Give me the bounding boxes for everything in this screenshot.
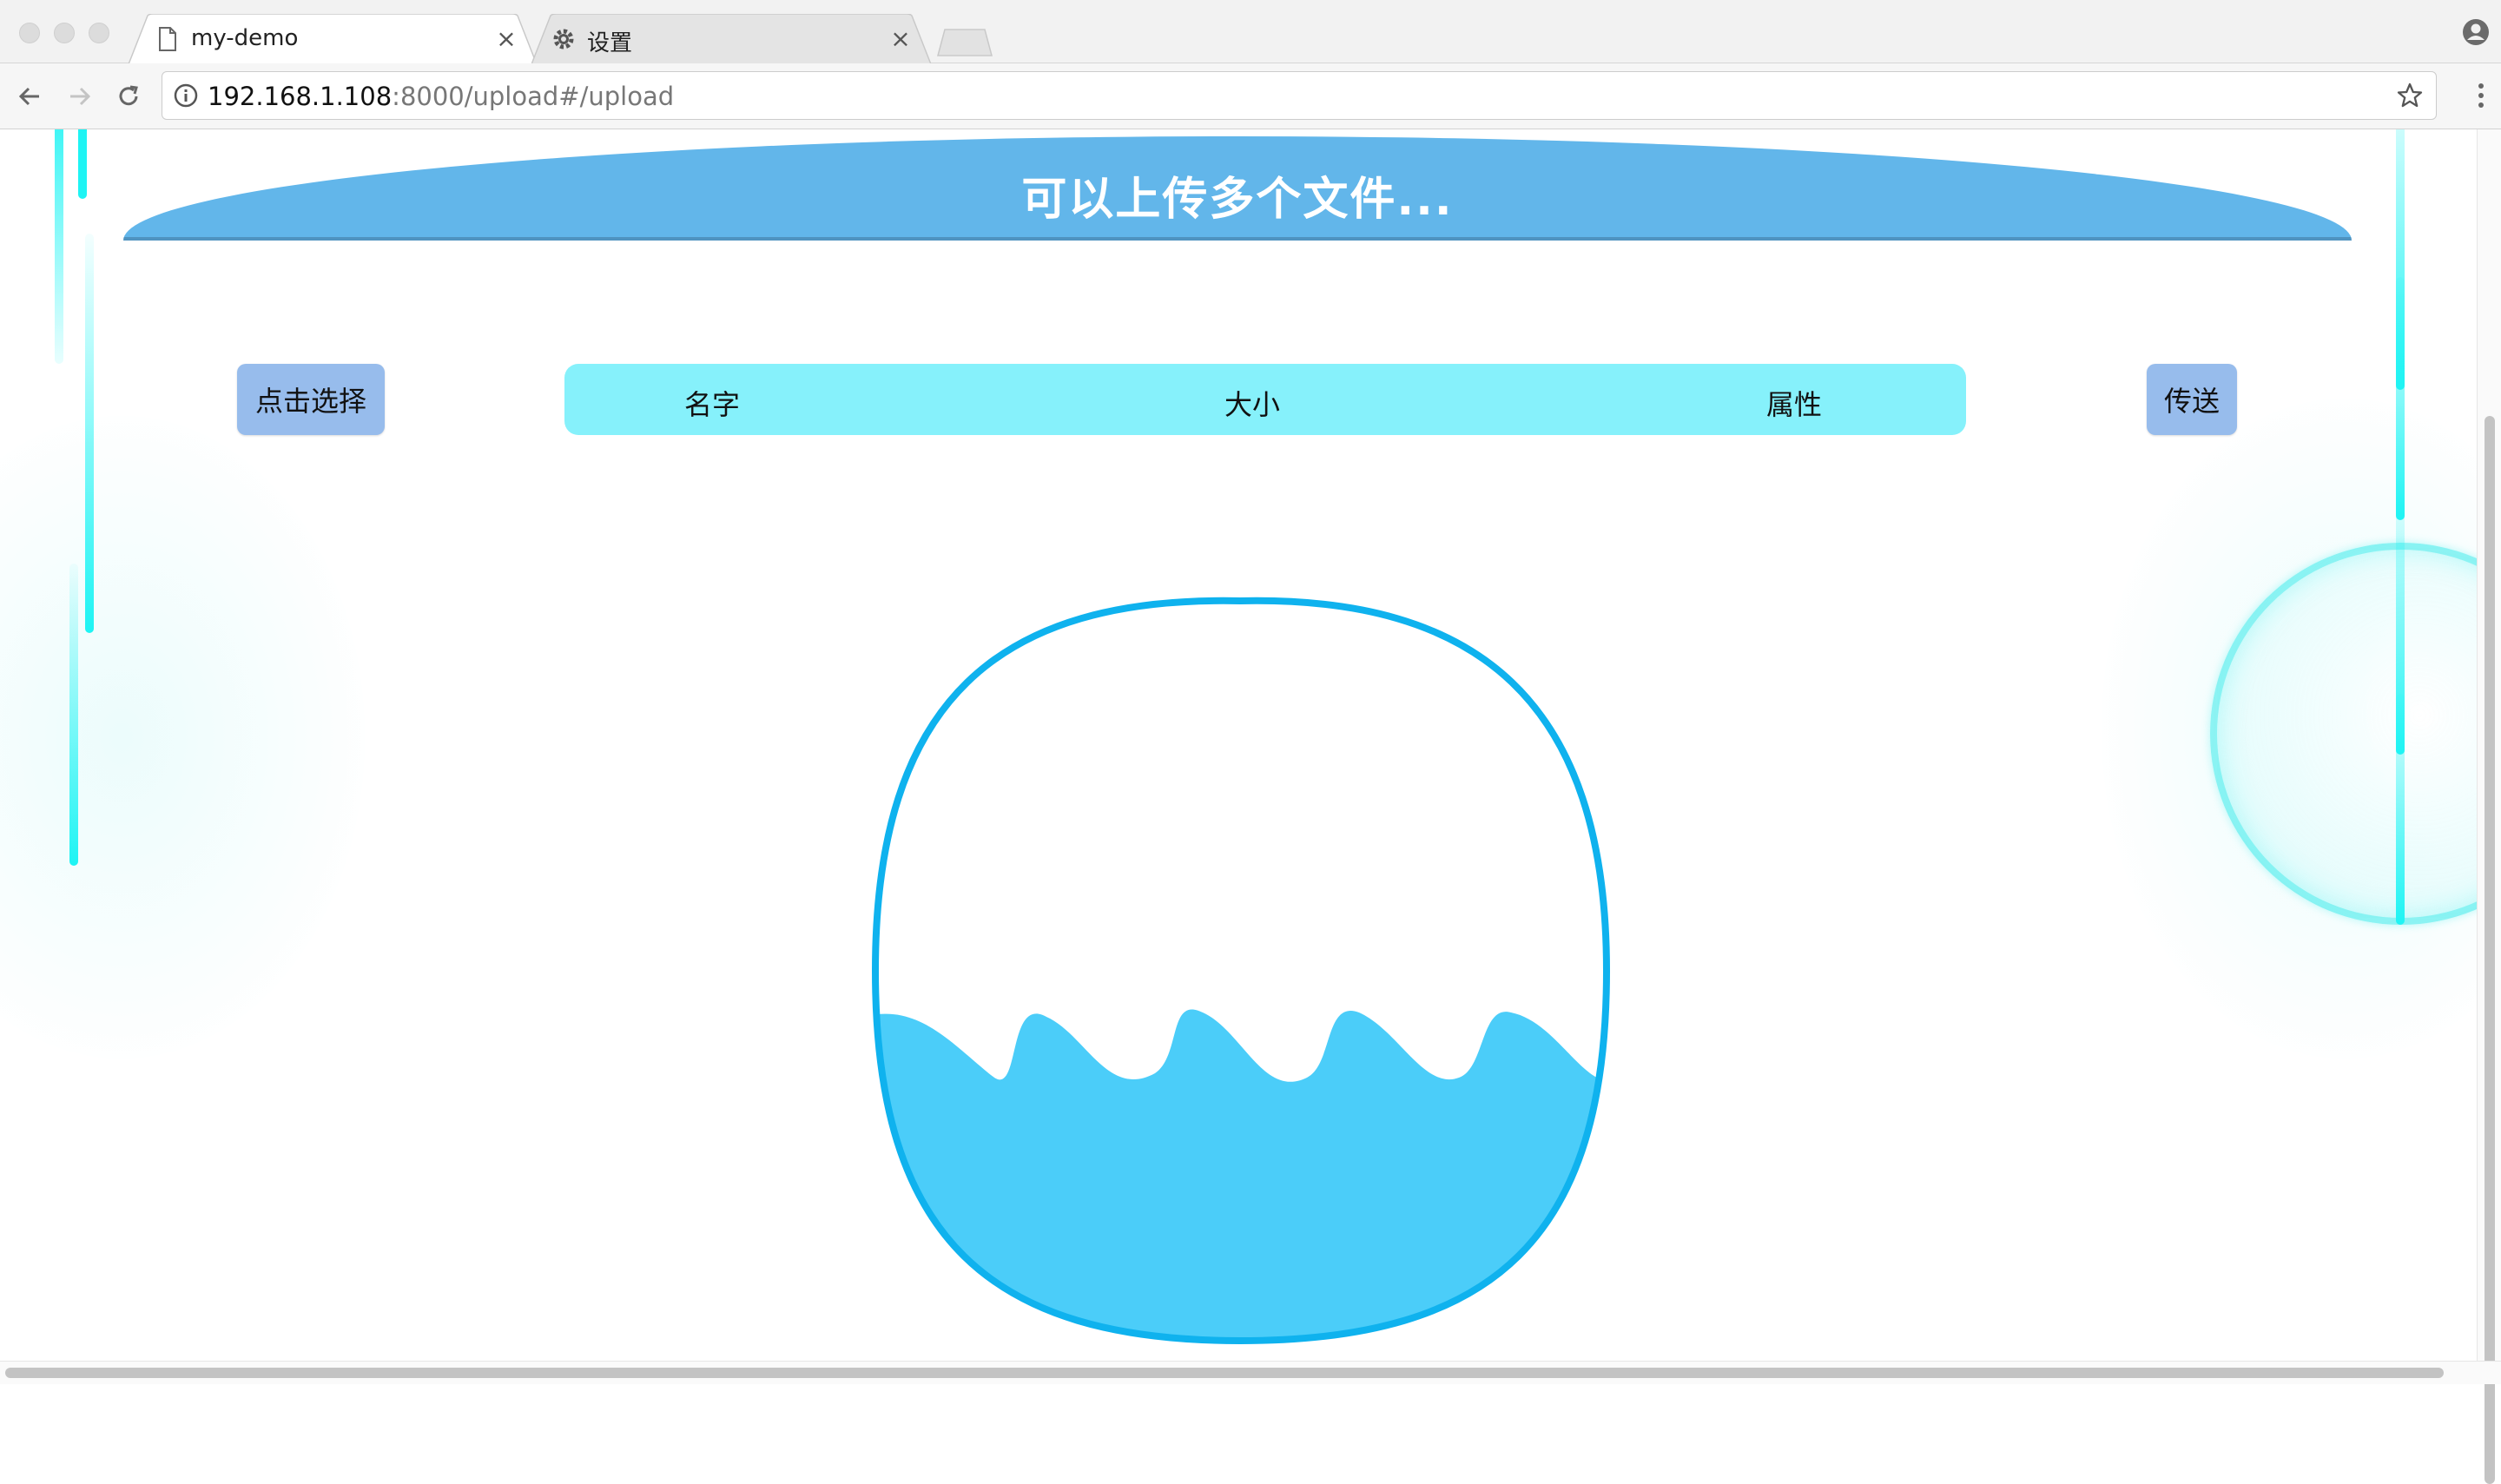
- decorative-streak: [69, 564, 78, 866]
- decorative-streak: [78, 129, 87, 199]
- tab-my-demo[interactable]: my-demo ×: [129, 14, 537, 64]
- address-url: 192.168.1.108:8000/upload#/upload: [208, 82, 674, 111]
- window-minimize-button[interactable]: [54, 23, 75, 43]
- horizontal-scrollbar[interactable]: [0, 1361, 2501, 1384]
- page-viewport: 可以上传多个文件... 点击选择 名字 大小 属性 传送: [0, 129, 2501, 1361]
- window-zoom-button[interactable]: [89, 23, 109, 43]
- upload-progress-vessel: [871, 597, 1611, 1345]
- vertical-scroll-thumb[interactable]: [2485, 416, 2495, 1484]
- background-glow-right: [2102, 399, 2501, 1059]
- info-icon[interactable]: [173, 82, 199, 109]
- page-title: 可以上传多个文件...: [1021, 174, 1454, 226]
- arrow-left-icon: [18, 87, 39, 106]
- vertical-scrollbar[interactable]: [2477, 129, 2501, 1484]
- tab-title: my-demo: [191, 25, 299, 51]
- back-button[interactable]: [12, 79, 47, 114]
- address-bar[interactable]: 192.168.1.108:8000/upload#/upload: [162, 71, 2437, 120]
- forward-button[interactable]: [63, 79, 97, 114]
- choose-files-button[interactable]: 点击选择: [237, 364, 385, 435]
- title-banner: 可以上传多个文件...: [123, 136, 2352, 241]
- bookmark-star-icon[interactable]: [2396, 82, 2424, 109]
- background-glow-left: [0, 416, 365, 1059]
- send-button[interactable]: 传送: [2147, 364, 2237, 435]
- arrow-right-icon: [70, 87, 91, 106]
- tab-close-icon[interactable]: ×: [493, 24, 519, 53]
- tab-title: 设置: [587, 30, 633, 56]
- water-fill: [875, 1009, 1607, 1341]
- url-host: 192.168.1.108: [208, 82, 393, 111]
- profile-icon[interactable]: [2461, 17, 2491, 47]
- decorative-streak: [2396, 694, 2405, 925]
- decorative-streak: [2396, 277, 2405, 520]
- tab-settings[interactable]: 设置 ×: [531, 14, 931, 64]
- reload-button[interactable]: [111, 79, 146, 114]
- url-path: :8000/upload#/upload: [392, 82, 675, 111]
- new-tab-button[interactable]: [934, 28, 993, 57]
- document-icon: [159, 27, 176, 51]
- browser-toolbar: 192.168.1.108:8000/upload#/upload: [0, 63, 2501, 129]
- decorative-streak: [85, 234, 94, 633]
- reload-icon: [119, 85, 138, 106]
- column-header-size: 大小: [1224, 388, 1281, 421]
- decorative-bubble: [2210, 543, 2501, 925]
- column-header-name: 名字: [684, 388, 741, 421]
- tab-close-icon[interactable]: ×: [888, 24, 914, 53]
- window-close-button[interactable]: [19, 23, 40, 43]
- file-list-header: 名字 大小 属性: [564, 364, 1966, 435]
- column-header-attributes: 属性: [1766, 388, 1823, 421]
- decorative-streak: [55, 129, 63, 364]
- tab-shape: [129, 14, 537, 64]
- browser-tabstrip: my-demo × 设置 ×: [0, 0, 2501, 64]
- horizontal-scroll-thumb[interactable]: [5, 1368, 2444, 1378]
- gear-icon: [553, 29, 574, 49]
- browser-menu-icon[interactable]: [2468, 80, 2494, 111]
